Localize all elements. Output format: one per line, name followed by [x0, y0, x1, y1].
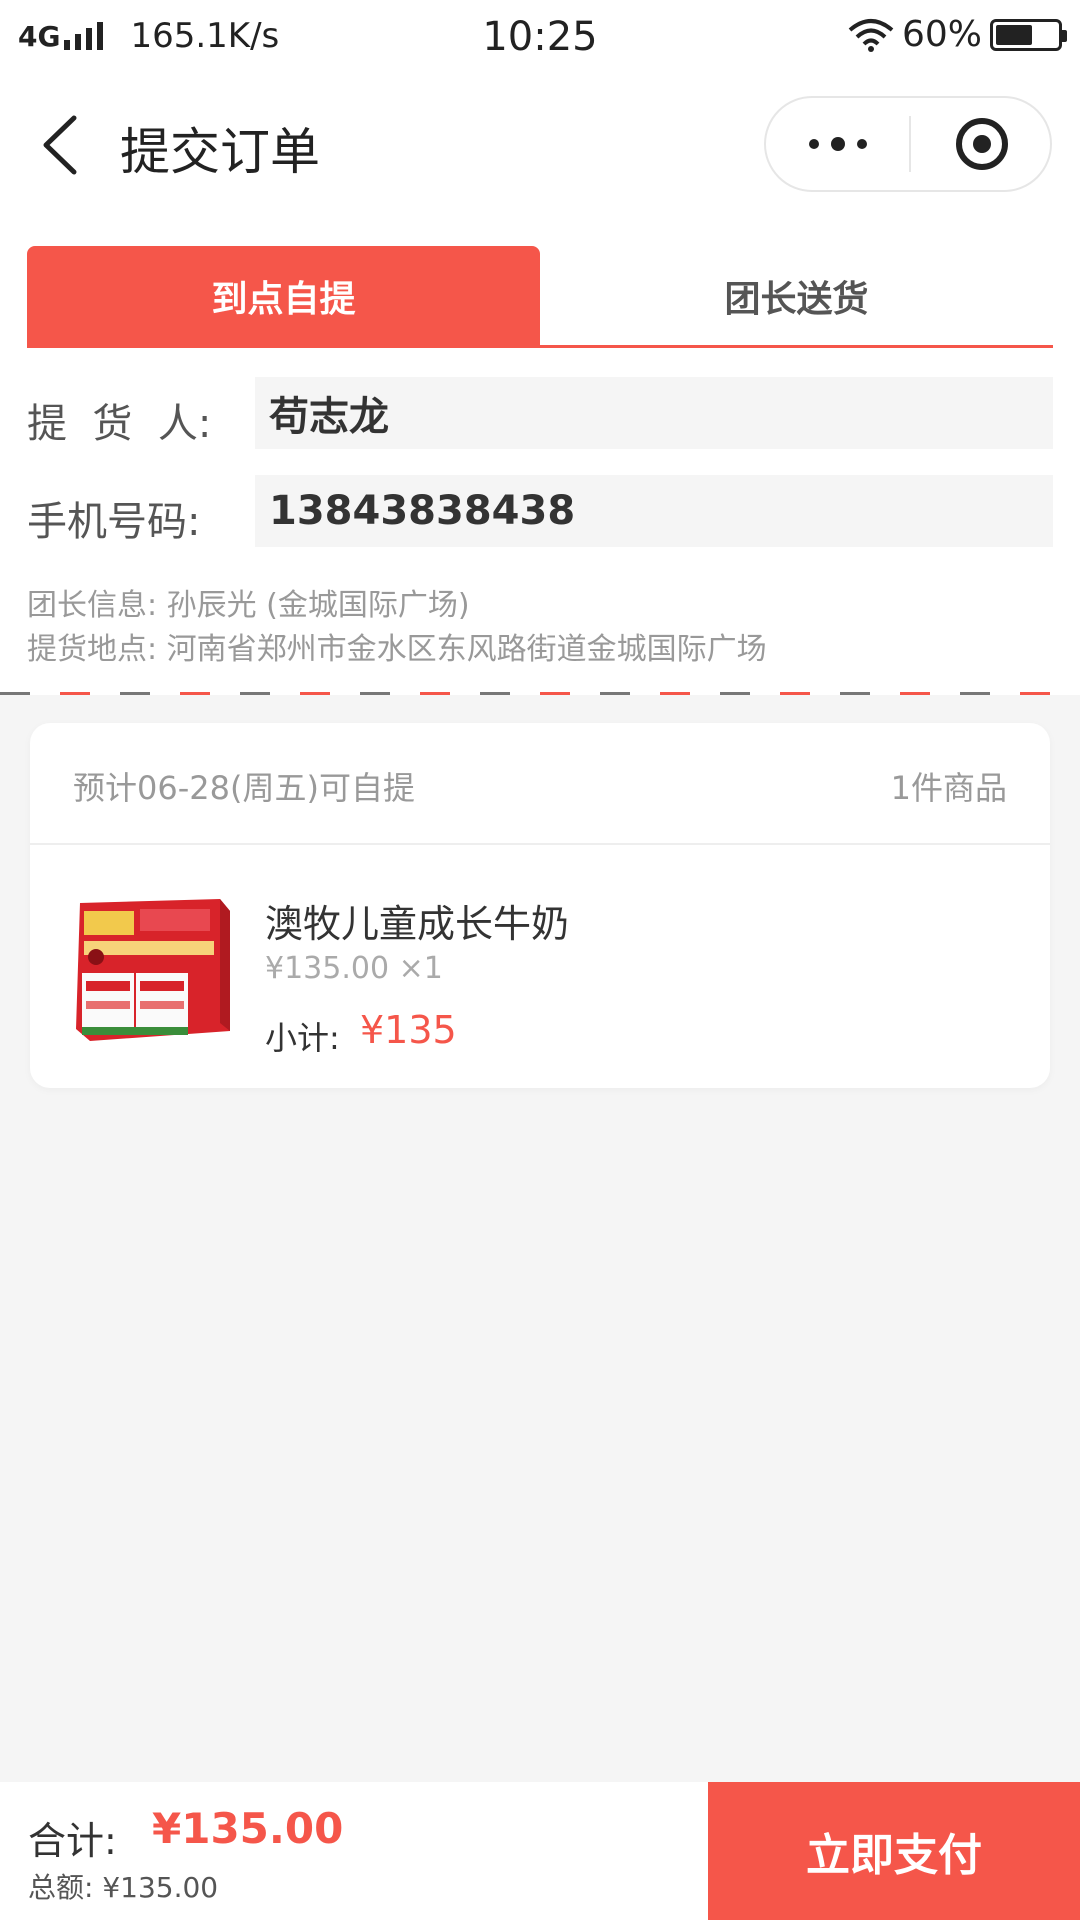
page-title: 提交订单	[120, 123, 320, 181]
product-price-qty: ¥135.00 ×1	[265, 951, 443, 986]
dash-segment	[120, 692, 150, 695]
dash-segment	[720, 692, 750, 695]
item-count: 1件商品	[890, 769, 1007, 807]
status-bar: 4G 165.1K/s 10:25 60%	[0, 0, 1080, 76]
tab-self-pickup[interactable]: 到点自提	[27, 246, 540, 345]
checkout-bar: 合计: ¥135.00 总额: ¥135.00 立即支付	[0, 1782, 1080, 1920]
wifi-icon	[848, 18, 894, 52]
pickup-person-row: 提 货 人: 苟志龙	[27, 377, 1053, 449]
dash-segment	[900, 692, 930, 695]
pickup-date: 预计06-28(周五)可自提	[73, 769, 415, 807]
back-chevron-icon[interactable]	[36, 114, 86, 176]
target-close-icon[interactable]	[911, 98, 1052, 190]
tab-leader-delivery[interactable]: 团长送货	[540, 246, 1053, 345]
dash-segment	[300, 692, 330, 695]
dash-segment	[660, 692, 690, 695]
phone-label: 手机号码:	[27, 499, 201, 545]
more-dots-icon[interactable]	[766, 98, 909, 190]
mini-program-capsule	[764, 96, 1052, 192]
subtotal-value: ¥135	[360, 1008, 457, 1052]
total-amount: 总额: ¥135.00	[28, 1871, 219, 1904]
dash-segment	[1020, 692, 1050, 695]
order-card-header: 预计06-28(周五)可自提 1件商品	[30, 723, 1050, 845]
dash-segment	[840, 692, 870, 695]
battery-icon	[990, 18, 1067, 51]
delivery-tabs: 到点自提 团长送货	[27, 246, 1053, 348]
subtotal-label: 小计:	[265, 1019, 340, 1057]
dash-segment	[480, 692, 510, 695]
dash-segment	[780, 692, 810, 695]
phone-row: 手机号码: 13843838438	[27, 475, 1053, 547]
pickup-person-input[interactable]: 苟志龙	[255, 377, 1053, 449]
battery-percent: 60%	[901, 14, 982, 55]
submit-order-page: 4G 165.1K/s 10:25 60% 提交订单 到点自提 团长送货 提 货…	[0, 0, 1080, 1920]
total-label: 合计:	[28, 1819, 117, 1863]
dash-segment	[360, 692, 390, 695]
dash-segment	[240, 692, 270, 695]
battery-level	[996, 24, 1032, 45]
pay-now-button[interactable]: 立即支付	[708, 1782, 1080, 1920]
pickup-address: 提货地点: 河南省郑州市金水区东风路街道金城国际广场	[27, 632, 767, 667]
product-image	[76, 899, 230, 1041]
nav-bar: 提交订单	[0, 76, 1080, 216]
order-card: 预计06-28(周五)可自提 1件商品 澳牧儿童成长牛奶 ¥135.00 ×1 …	[30, 723, 1050, 1088]
dashed-separator	[0, 692, 1080, 696]
dash-segment	[60, 692, 90, 695]
leader-info: 团长信息: 孙辰光 (金城国际广场)	[27, 588, 470, 623]
total-value: ¥135.00	[152, 1804, 344, 1853]
pickup-person-label: 提 货 人:	[27, 401, 212, 447]
product-name: 澳牧儿童成长牛奶	[265, 902, 570, 946]
status-right: 60%	[848, 14, 1067, 55]
dash-segment	[0, 692, 30, 695]
dash-segment	[420, 692, 450, 695]
phone-input[interactable]: 13843838438	[255, 475, 1053, 547]
dash-segment	[600, 692, 630, 695]
dash-segment	[180, 692, 210, 695]
dash-segment	[540, 692, 570, 695]
dash-segment	[960, 692, 990, 695]
